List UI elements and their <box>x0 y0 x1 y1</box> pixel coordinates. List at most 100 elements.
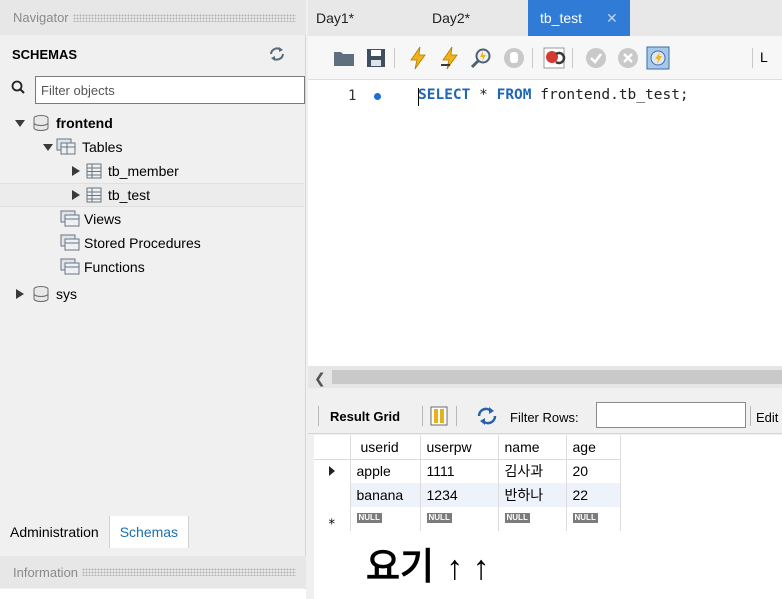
tree-item-functions[interactable]: Functions <box>60 255 145 279</box>
result-toolbar: Result Grid Filter Rows: Edit <box>308 388 782 434</box>
collapsed-arrow-icon[interactable] <box>14 288 26 300</box>
null-cell[interactable]: NULL <box>498 507 567 531</box>
row-marker <box>314 483 351 507</box>
explain-magnifier-icon[interactable] <box>470 46 494 70</box>
tree-item-tables[interactable]: Tables <box>42 135 122 159</box>
tree-item-tb-test[interactable]: tb_test <box>0 183 304 207</box>
column-header-age[interactable]: age <box>566 435 621 460</box>
grip-dots <box>72 13 296 22</box>
expanded-arrow-icon[interactable] <box>14 117 26 129</box>
tree-item-views[interactable]: Views <box>60 207 121 231</box>
filter-rows-label: Filter Rows: <box>510 410 579 425</box>
navigator-bottom-tabs: Administration Schemas <box>0 516 306 548</box>
tree-label: tb_member <box>108 163 179 179</box>
cell-userid[interactable]: apple <box>350 459 421 483</box>
cell-name[interactable]: 김사과 <box>498 459 567 483</box>
tree-label: Tables <box>82 139 123 155</box>
toggle-error-icon[interactable] <box>542 46 566 70</box>
toolbar-separator <box>750 406 751 426</box>
tab-day1[interactable]: Day1* <box>316 0 354 36</box>
sql-code-line[interactable]: SELECT * FROM frontend.tb_test; <box>418 87 689 103</box>
stop-icon[interactable] <box>502 46 526 70</box>
sql-editor[interactable]: 1 SELECT * FROM frontend.tb_test; <box>308 80 782 366</box>
scrollbar-thumb[interactable] <box>332 370 782 384</box>
row-marker-header <box>314 435 351 460</box>
sql-toolbar: L <box>308 36 782 80</box>
execute-cursor-icon[interactable] <box>438 46 462 70</box>
filter-objects-input[interactable] <box>35 76 305 104</box>
toolbar-separator <box>318 406 319 426</box>
table-row[interactable]: banana 1234 반하나 22 <box>314 483 621 507</box>
close-icon[interactable]: ✕ <box>606 10 618 27</box>
functions-group-icon <box>60 258 80 275</box>
cell-age[interactable]: 20 <box>566 459 621 483</box>
collapsed-arrow-icon[interactable] <box>70 165 82 177</box>
null-badge: NULL <box>356 513 382 523</box>
tree-item-stored-procedures[interactable]: Stored Procedures <box>60 231 201 255</box>
column-header-userid[interactable]: userid <box>350 435 421 460</box>
refresh-icon[interactable] <box>476 406 498 426</box>
cell-userpw[interactable]: 1111 <box>420 459 499 483</box>
tab-tb-test[interactable]: tb_test ✕ <box>528 0 630 36</box>
column-header-name[interactable]: name <box>498 435 567 460</box>
toolbar-separator <box>572 48 573 68</box>
cell-userpw[interactable]: 1234 <box>420 483 499 507</box>
tree-label: frontend <box>56 115 113 131</box>
table-icon <box>86 187 102 203</box>
tree-label: Functions <box>84 259 145 275</box>
filter-rows-input[interactable] <box>596 402 746 428</box>
edit-label: Edit <box>756 410 779 425</box>
horizontal-scrollbar[interactable]: ❮ <box>308 366 782 388</box>
commit-icon[interactable] <box>584 46 608 70</box>
autocommit-icon[interactable] <box>646 46 670 70</box>
cell-userid[interactable]: banana <box>350 483 421 507</box>
tree-label: Views <box>84 211 122 227</box>
tree-label: tb_test <box>108 187 151 203</box>
null-cell[interactable]: NULL <box>350 507 421 531</box>
null-badge: NULL <box>426 513 452 523</box>
collapsed-arrow-icon[interactable] <box>70 189 82 201</box>
open-folder-icon[interactable] <box>332 46 356 70</box>
tab-administration[interactable]: Administration <box>0 516 109 548</box>
form-view-icon[interactable] <box>430 406 448 426</box>
table-row[interactable]: apple 1111 김사과 20 <box>314 459 621 483</box>
refresh-icon[interactable] <box>267 45 287 63</box>
result-table: userid userpw name age apple 1111 김사과 20… <box>314 435 621 531</box>
execute-lightning-icon[interactable] <box>406 46 430 70</box>
toolbar-separator <box>752 48 753 68</box>
new-row[interactable]: ⁎ NULL NULL NULL NULL <box>314 507 621 531</box>
column-header-userpw[interactable]: userpw <box>420 435 499 460</box>
limit-rows-label[interactable]: L <box>760 49 768 65</box>
navigator-header: Navigator <box>0 0 306 35</box>
table-group-icon <box>56 138 76 155</box>
database-icon <box>33 115 49 131</box>
tree-item-frontend[interactable]: frontend <box>14 111 113 135</box>
procedures-group-icon <box>60 234 80 251</box>
editor-tab-bar: Day1* Day2* tb_test ✕ <box>308 0 782 36</box>
tab-schemas[interactable]: Schemas <box>108 516 190 548</box>
cell-age[interactable]: 22 <box>566 483 621 507</box>
scroll-left-icon[interactable]: ❮ <box>314 370 326 387</box>
save-icon[interactable] <box>364 46 388 70</box>
code-text: frontend.tb_test; <box>531 87 689 103</box>
result-grid-button[interactable]: Result Grid <box>330 409 400 424</box>
expanded-arrow-icon[interactable] <box>42 141 54 153</box>
views-group-icon <box>60 210 80 227</box>
tree-item-tb-member[interactable]: tb_member <box>70 159 179 183</box>
null-cell[interactable]: NULL <box>420 507 499 531</box>
tree-item-sys[interactable]: sys <box>14 282 77 306</box>
rollback-icon[interactable] <box>616 46 640 70</box>
navigator-panel: Navigator SCHEMAS frontend <box>0 0 306 599</box>
keyword-select: SELECT <box>418 87 471 103</box>
information-header: Information <box>0 556 306 588</box>
toolbar-separator <box>532 48 533 68</box>
table-icon <box>86 163 102 179</box>
database-icon <box>33 286 49 302</box>
text-caret <box>418 88 419 106</box>
null-cell[interactable]: NULL <box>566 507 621 531</box>
cell-name[interactable]: 반하나 <box>498 483 567 507</box>
search-icon <box>11 80 25 94</box>
schemas-bar: SCHEMAS <box>0 40 306 68</box>
tab-day2[interactable]: Day2* <box>432 0 470 36</box>
tree-label: Stored Procedures <box>84 235 201 251</box>
